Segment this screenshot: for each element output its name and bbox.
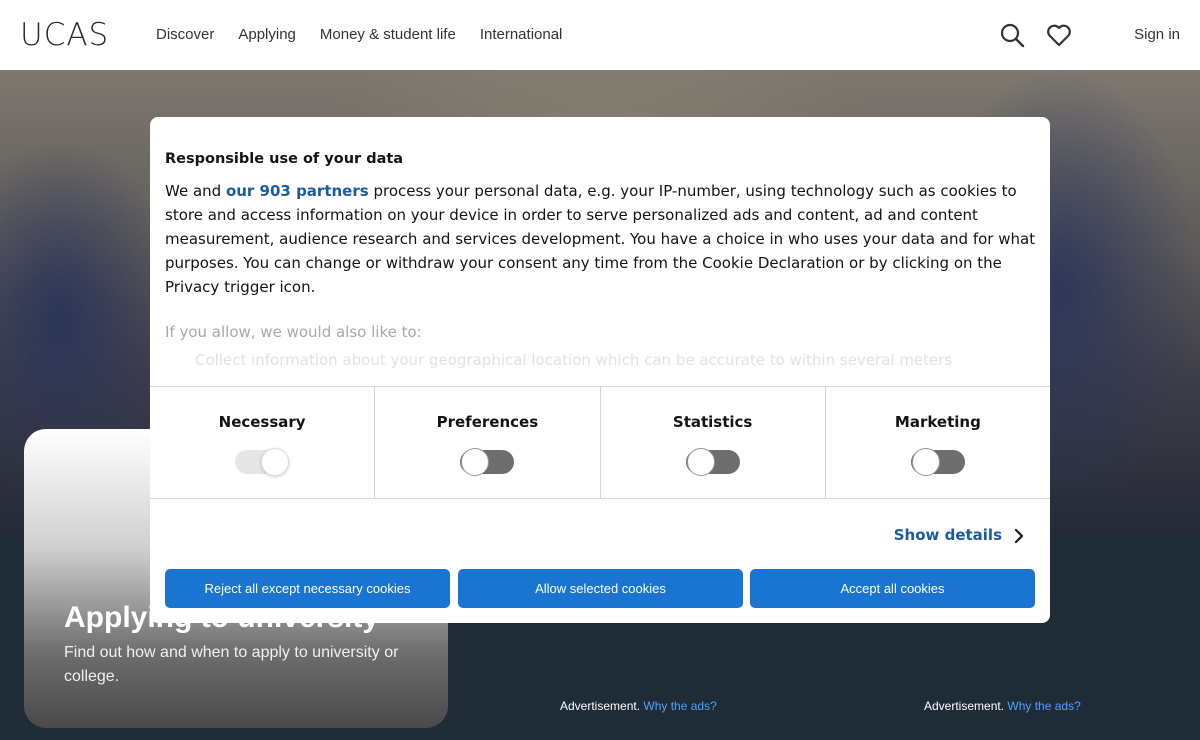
consent-body: We and our 903 partners process your per… [165,179,1040,299]
category-marketing: Marketing [826,387,1050,498]
necessary-toggle [235,448,290,476]
category-label: Necessary [218,413,306,431]
category-label: Preferences [436,413,539,431]
why-the-ads-link[interactable]: Why the ads? [1007,699,1080,713]
nav-money-student-life[interactable]: Money & student life [320,26,456,43]
category-necessary: Necessary [150,387,376,498]
reject-all-button[interactable]: Reject all except necessary cookies [165,569,450,608]
ucas-logo[interactable]: UCAS [20,17,109,53]
site-header: UCAS Discover Applying Money & student l… [0,0,1200,70]
card-description: Find out how and when to apply to univer… [64,644,399,685]
nav-discover[interactable]: Discover [156,26,214,43]
show-details-link[interactable]: Show details [894,526,1002,544]
accept-all-button[interactable]: Accept all cookies [750,569,1035,608]
consent-body-text: We and [165,182,226,200]
category-label: Statistics [672,413,753,431]
nav-applying[interactable]: Applying [238,26,296,43]
ad-text: Advertisement. [560,699,641,713]
location-purpose-text: Collect information about your geographi… [195,351,953,369]
category-statistics: Statistics [601,387,826,498]
nav-international[interactable]: International [480,26,563,43]
ad-text: Advertisement. [924,699,1005,713]
main-nav: Discover Applying Money & student life I… [156,26,562,43]
heart-icon[interactable] [1046,22,1072,48]
statistics-toggle[interactable] [685,448,740,476]
consent-title: Responsible use of your data [165,151,404,167]
search-icon[interactable] [999,22,1025,48]
chevron-right-icon[interactable] [1012,527,1026,545]
cookie-consent-dialog: Responsible use of your data We and our … [150,117,1050,623]
advertisement-label: Advertisement. Why the ads? [924,699,1081,713]
preferences-toggle[interactable] [460,448,515,476]
category-preferences: Preferences [375,387,601,498]
sign-in-link[interactable]: Sign in [1134,26,1180,43]
advertisement-label: Advertisement. Why the ads? [560,699,717,713]
allow-selected-button[interactable]: Allow selected cookies [458,569,743,608]
partners-link[interactable]: our 903 partners [226,182,369,200]
category-label: Marketing [894,413,981,431]
marketing-toggle[interactable] [910,448,965,476]
why-the-ads-link[interactable]: Why the ads? [643,699,716,713]
also-like-text: If you allow, we would also like to: [165,323,422,341]
consent-categories: Necessary Preferences Statistics Marketi… [150,386,1050,499]
